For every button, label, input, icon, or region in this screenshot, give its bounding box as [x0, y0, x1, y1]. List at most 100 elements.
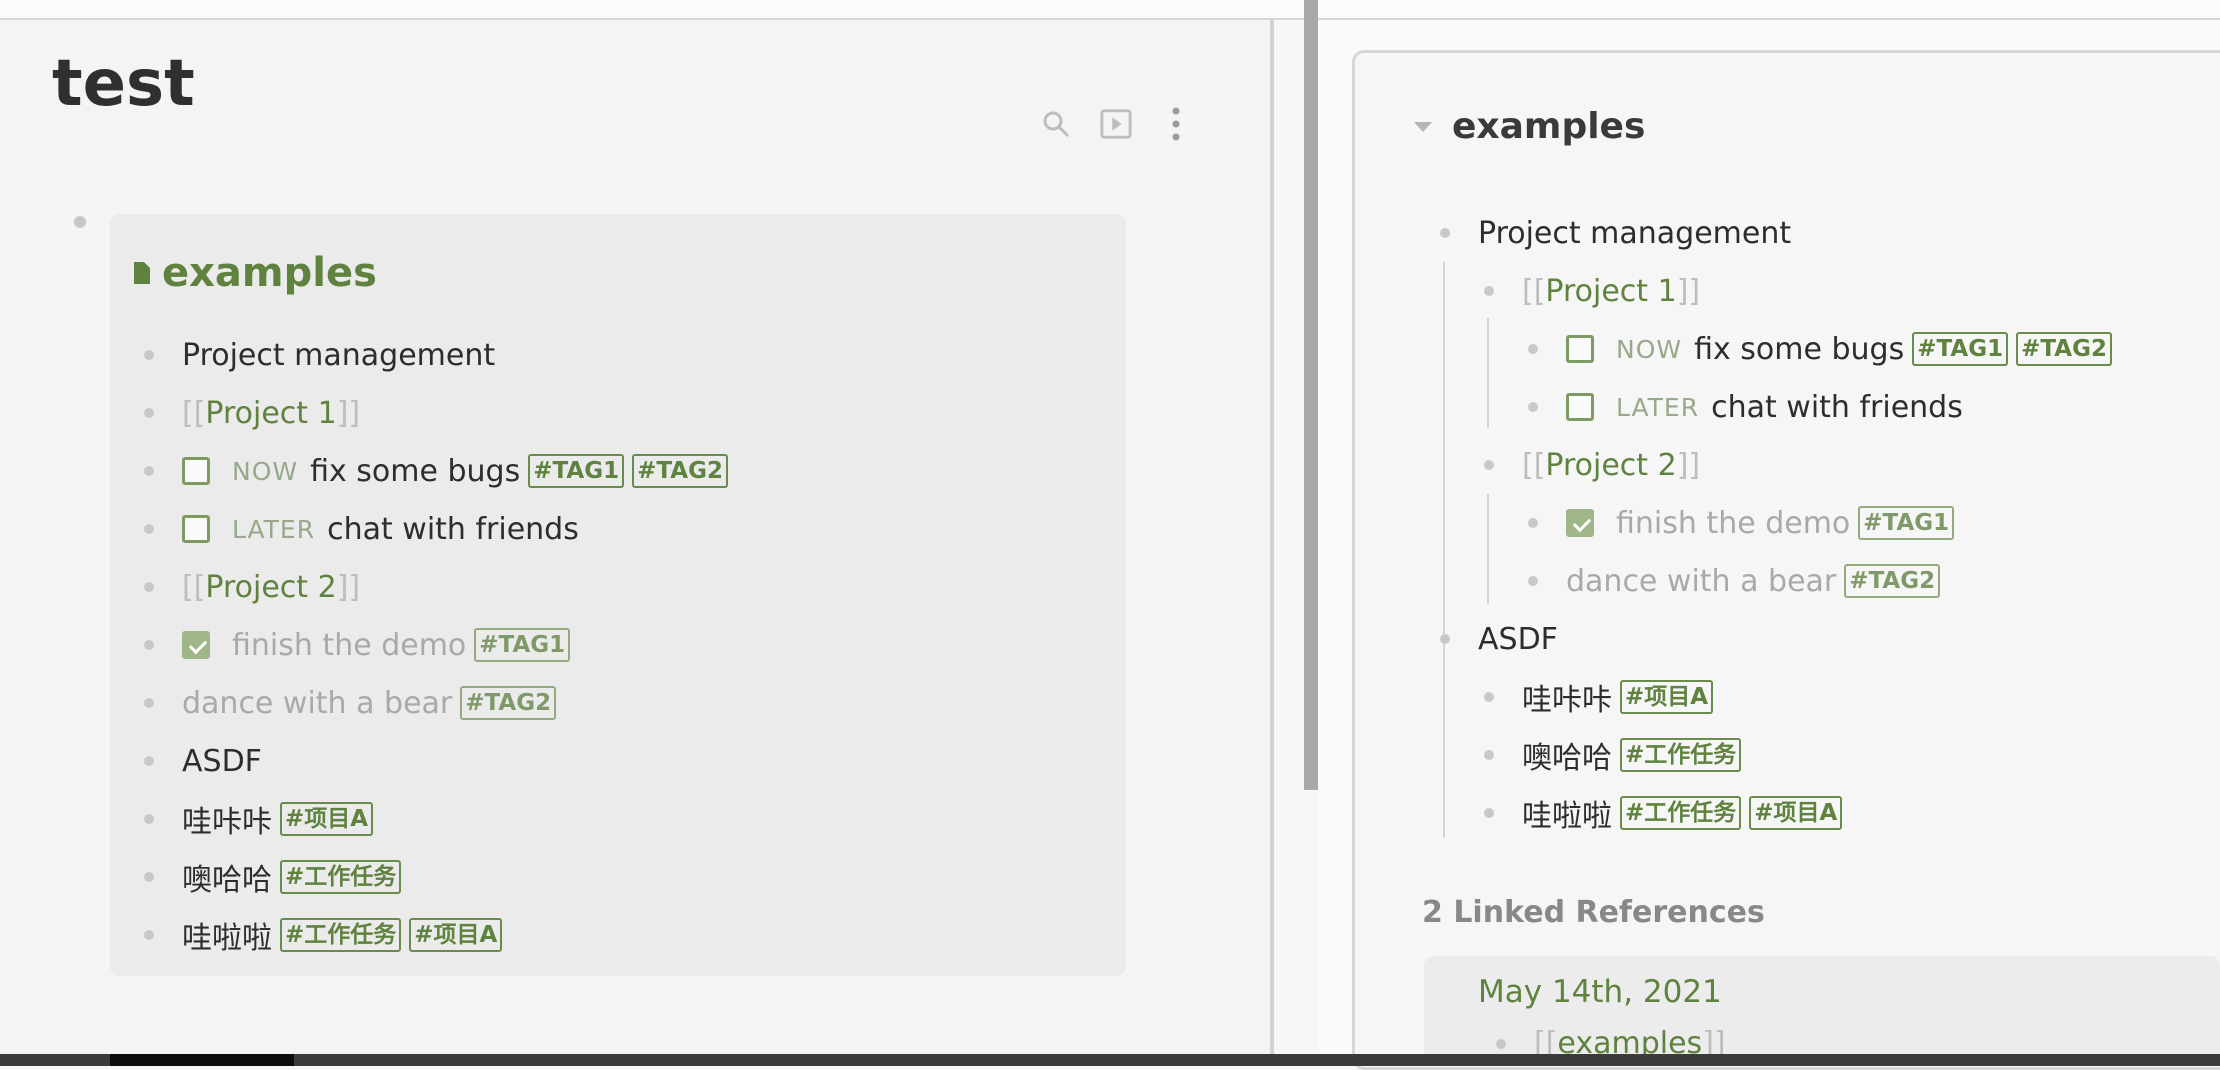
link-bracket-close: ]] — [336, 395, 361, 431]
link-bracket-close: ]] — [1676, 447, 1701, 483]
task-checkbox[interactable] — [1566, 393, 1594, 421]
block-bullet[interactable] — [1528, 518, 1538, 528]
list-item[interactable]: ASDF — [144, 732, 728, 790]
linked-reference-date-link[interactable]: May 14th, 2021 — [1478, 974, 1722, 1010]
task-checkbox[interactable] — [182, 457, 210, 485]
list-item[interactable]: 哇咔咔 #项目A — [1484, 668, 2112, 726]
block-bullet[interactable] — [1484, 460, 1494, 470]
tag[interactable]: #工作任务 — [280, 918, 402, 952]
sidebar-page-title-text[interactable]: examples — [1452, 106, 1645, 147]
tag[interactable]: #TAG1 — [474, 628, 571, 662]
list-item[interactable]: 噢哈哈 #工作任务 — [1484, 726, 2112, 784]
list-item[interactable]: dance with a bear #TAG2 — [144, 674, 728, 732]
block-bullet[interactable] — [1496, 1038, 1506, 1049]
tag[interactable]: #项目A — [1620, 680, 1714, 714]
page-link[interactable]: Project 1 — [1545, 274, 1676, 309]
page-title[interactable]: test — [52, 52, 195, 116]
embed-title[interactable]: examples — [134, 250, 377, 296]
linked-references-heading[interactable]: 2 Linked References — [1422, 895, 1765, 930]
task-marker[interactable]: NOW — [232, 457, 298, 486]
page-link[interactable]: Project 1 — [205, 396, 336, 431]
task-marker[interactable]: LATER — [232, 515, 315, 544]
block-bullet[interactable] — [144, 698, 154, 708]
task-checkbox-checked[interactable] — [1566, 509, 1594, 537]
block-text: chat with friends — [327, 511, 579, 547]
block-bullet[interactable] — [144, 524, 154, 534]
sidebar-block-list: Project management [[Project 1]] NOW fix … — [1440, 204, 2112, 842]
tag[interactable]: #工作任务 — [1620, 796, 1742, 830]
list-item[interactable]: ASDF — [1440, 610, 2112, 668]
list-item[interactable]: LATER chat with friends — [1528, 378, 2112, 436]
block-text: Project management — [182, 337, 496, 373]
tag[interactable]: #TAG2 — [460, 686, 557, 720]
block-bullet[interactable] — [144, 466, 154, 476]
task-marker[interactable]: LATER — [1616, 393, 1699, 422]
block-bullet[interactable] — [1484, 692, 1494, 702]
block-bullet[interactable] — [1440, 634, 1450, 644]
block-bullet[interactable] — [1484, 750, 1494, 760]
block-bullet[interactable] — [144, 582, 154, 592]
task-checkbox[interactable] — [182, 515, 210, 543]
tag[interactable]: #TAG2 — [2016, 332, 2112, 366]
list-item[interactable]: [[Project 2]] — [1484, 436, 2112, 494]
search-icon[interactable] — [1040, 108, 1072, 140]
task-checkbox[interactable] — [1566, 335, 1594, 363]
task-checkbox-checked[interactable] — [182, 631, 210, 659]
page-link[interactable]: Project 2 — [205, 570, 336, 605]
page-link[interactable]: Project 2 — [1545, 448, 1676, 483]
tag[interactable]: #项目A — [409, 918, 503, 952]
block-bullet[interactable] — [1528, 576, 1538, 586]
block-bullet[interactable] — [1484, 286, 1494, 296]
list-item[interactable]: NOW fix some bugs #TAG1 #TAG2 — [144, 442, 728, 500]
embed-title-text[interactable]: examples — [162, 250, 377, 296]
list-item[interactable]: Project management — [1440, 204, 2112, 262]
list-item[interactable]: finish the demo #TAG1 — [144, 616, 728, 674]
list-item[interactable]: [[Project 1]] — [144, 384, 728, 442]
block-bullet[interactable] — [1528, 402, 1538, 412]
block-text: 噢哈哈 — [1522, 741, 1612, 776]
list-item[interactable]: dance with a bear #TAG2 — [1528, 552, 2112, 610]
block-bullet[interactable] — [1528, 344, 1538, 354]
pane-divider[interactable] — [1270, 20, 1274, 1054]
block-bullet[interactable] — [144, 408, 154, 418]
tag[interactable]: #工作任务 — [1620, 738, 1742, 772]
block-bullet[interactable] — [144, 872, 154, 882]
tag[interactable]: #TAG1 — [1912, 332, 2009, 366]
block-text: 哇啦啦 — [182, 921, 272, 956]
presentation-icon[interactable] — [1100, 108, 1132, 140]
block-bullet[interactable] — [1484, 808, 1494, 818]
block-bullet[interactable] — [144, 640, 154, 650]
tag[interactable]: #工作任务 — [280, 860, 402, 894]
tag[interactable]: #TAG2 — [1844, 564, 1941, 598]
sidebar-page-title[interactable]: examples — [1414, 106, 1645, 147]
list-item[interactable]: finish the demo #TAG1 — [1528, 494, 2112, 552]
task-marker[interactable]: NOW — [1616, 335, 1682, 364]
window-top-bar — [0, 0, 2220, 20]
tag[interactable]: #TAG1 — [1858, 506, 1955, 540]
list-item[interactable]: LATER chat with friends — [144, 500, 728, 558]
list-item[interactable]: 哇咔咔 #项目A — [144, 790, 728, 848]
list-item[interactable]: 哇啦啦 #工作任务 #项目A — [1484, 784, 2112, 842]
list-item[interactable]: NOW fix some bugs #TAG1 #TAG2 — [1528, 320, 2112, 378]
block-bullet[interactable] — [74, 216, 86, 228]
more-vertical-icon[interactable] — [1160, 107, 1192, 141]
list-item[interactable]: 噢哈哈 #工作任务 — [144, 848, 728, 906]
block-bullet[interactable] — [144, 814, 154, 824]
list-item[interactable]: [[Project 1]] — [1484, 262, 2112, 320]
block-bullet[interactable] — [144, 350, 154, 360]
list-item[interactable]: [[Project 2]] — [144, 558, 728, 616]
collapse-caret-icon[interactable] — [1414, 121, 1432, 132]
list-item[interactable]: Project management — [144, 326, 728, 384]
scrollbar-thumb[interactable] — [1304, 0, 1318, 790]
tag[interactable]: #项目A — [1749, 796, 1843, 830]
block-bullet[interactable] — [1440, 228, 1450, 238]
list-item[interactable]: 哇啦啦 #工作任务 #项目A — [144, 906, 728, 964]
block-bullet[interactable] — [144, 930, 154, 940]
block-text: 噢哈哈 — [182, 863, 272, 898]
tag[interactable]: #TAG1 — [528, 454, 625, 488]
block-bullet[interactable] — [144, 756, 154, 766]
embed-block-list: Project management [[Project 1]] NOW fix … — [144, 326, 728, 964]
tag[interactable]: #TAG2 — [632, 454, 728, 488]
tag[interactable]: #项目A — [280, 802, 374, 836]
link-bracket-open: [[ — [1522, 273, 1546, 309]
